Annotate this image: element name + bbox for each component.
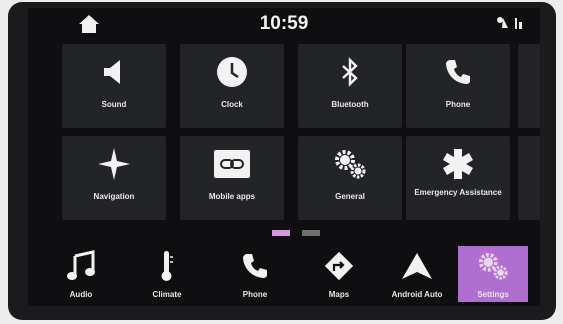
connectivity-icon: [515, 18, 522, 29]
tile-mobile-apps[interactable]: Mobile apps: [180, 136, 284, 220]
tile-emergency-assistance[interactable]: Emergency Assistance: [406, 136, 510, 220]
dock-label: Maps: [328, 290, 350, 299]
speaker-icon: [104, 60, 120, 84]
status-bar: 10:59: [28, 8, 540, 40]
dock-label: Android Auto: [391, 290, 443, 299]
tile-label: Phone: [445, 100, 471, 109]
status-icons: [496, 16, 524, 30]
clock-time: 10:59: [259, 13, 309, 34]
page-indicator-1[interactable]: [272, 230, 290, 236]
tile-label: Emergency Assistance: [414, 188, 502, 197]
dock-android-auto[interactable]: Android Auto: [382, 246, 452, 302]
dock-label: Phone: [242, 290, 268, 299]
gears-icon: [335, 150, 366, 179]
dock-maps[interactable]: Maps: [304, 246, 374, 302]
compass-star-icon: [98, 148, 130, 180]
dock-audio[interactable]: Audio: [46, 246, 116, 302]
tile-label: Navigation: [93, 192, 135, 201]
bluetooth-icon: [342, 57, 358, 87]
tile-sound[interactable]: Sound: [62, 44, 166, 128]
tile-general[interactable]: General: [298, 136, 402, 220]
tile-partial: [518, 136, 540, 220]
infotainment-screen: 10:59 Sound Clock Bluetooth Phone Naviga…: [28, 8, 540, 306]
dock-label: Audio: [69, 290, 93, 299]
tile-label: Bluetooth: [331, 100, 369, 109]
phone-signal-icon: [497, 17, 508, 28]
dock-climate[interactable]: Climate: [132, 246, 202, 302]
tile-partial: [518, 44, 540, 128]
music-note-icon: [67, 250, 95, 280]
star-of-life-icon: [443, 149, 473, 179]
tile-label: Sound: [101, 100, 127, 109]
tile-bluetooth[interactable]: Bluetooth: [298, 44, 402, 128]
thermometer-icon: [161, 251, 173, 281]
tile-clock[interactable]: Clock: [180, 44, 284, 128]
dock-label: Climate: [152, 290, 182, 299]
page-indicator-2[interactable]: [302, 230, 320, 236]
dock-settings[interactable]: Settings: [458, 246, 528, 302]
tile-label: Clock: [221, 100, 243, 109]
tile-label: General: [335, 192, 365, 201]
home-icon: [79, 15, 99, 33]
home-button[interactable]: [76, 12, 102, 36]
bottom-dock: Audio Climate Phone Maps Android Auto Se…: [28, 242, 540, 306]
phone-icon: [446, 60, 470, 84]
tile-navigation[interactable]: Navigation: [62, 136, 166, 220]
phone-icon: [243, 254, 267, 278]
link-icon: [214, 150, 250, 178]
tile-label: Mobile apps: [208, 192, 256, 201]
tile-phone[interactable]: Phone: [406, 44, 510, 128]
directions-icon: [324, 251, 354, 281]
dock-phone[interactable]: Phone: [220, 246, 290, 302]
android-auto-icon: [402, 253, 432, 279]
dock-label: Settings: [477, 290, 509, 299]
gears-icon: [478, 252, 508, 280]
clock-icon: [217, 57, 247, 87]
